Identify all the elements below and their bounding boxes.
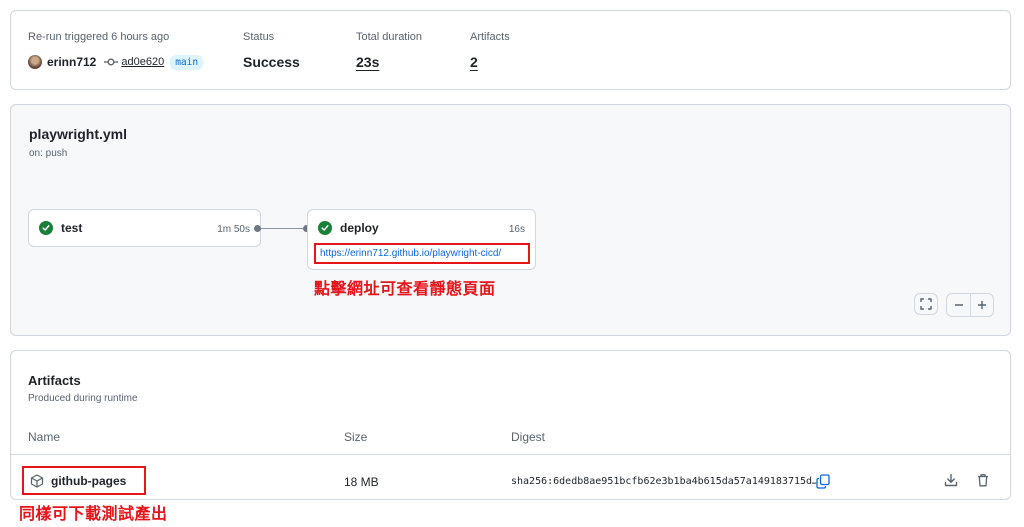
trigger-info: Re-run triggered 6 hours ago erinn712 ad… <box>28 31 204 71</box>
deploy-url-link[interactable]: https://erinn712.github.io/playwright-ci… <box>314 243 530 264</box>
minus-icon <box>954 304 963 306</box>
check-circle-icon <box>39 221 53 235</box>
workflow-trigger: on: push <box>29 148 68 159</box>
workflow-graph-card: playwright.yml on: push test 1m 50s depl… <box>10 104 1011 336</box>
column-header-name: Name <box>28 430 61 444</box>
avatar[interactable] <box>28 55 42 69</box>
duration-block: Total duration 23s <box>356 31 422 71</box>
connector-dot-start <box>254 225 261 232</box>
job-connector <box>261 228 307 229</box>
artifacts-card: Artifacts Produced during runtime Name S… <box>10 350 1011 500</box>
download-icon <box>944 473 958 487</box>
table-divider <box>11 454 1010 455</box>
workflow-file-name[interactable]: playwright.yml <box>29 126 127 142</box>
status-value: Success <box>243 54 300 70</box>
column-header-size: Size <box>344 430 368 444</box>
trigger-label: Re-run triggered 6 hours ago <box>28 31 170 43</box>
job-duration: 1m 50s <box>217 224 250 235</box>
zoom-controls <box>946 293 994 317</box>
artifact-name-link[interactable]: github-pages <box>22 466 146 495</box>
delete-button[interactable] <box>975 472 991 488</box>
fullscreen-icon <box>920 298 932 310</box>
artifacts-subtitle: Produced during runtime <box>28 393 138 404</box>
job-deploy[interactable]: deploy 16s https://erinn712.github.io/pl… <box>307 209 536 270</box>
plus-icon <box>978 301 986 309</box>
duration-label: Total duration <box>356 31 423 43</box>
artifacts-count-link[interactable]: 2 <box>470 53 510 71</box>
status-block: Status Success <box>243 31 300 71</box>
copy-digest-button[interactable] <box>815 473 831 489</box>
run-summary-card: Re-run triggered 6 hours ago erinn712 ad… <box>10 10 1011 90</box>
trash-icon <box>978 474 988 487</box>
copy-icon <box>816 473 830 489</box>
zoom-out-button[interactable] <box>947 294 970 316</box>
package-icon <box>30 473 44 488</box>
artifact-name: github-pages <box>51 473 127 488</box>
git-commit-icon <box>104 57 119 67</box>
annotation-download-artifacts: 同樣可下載測試產出 <box>19 504 168 523</box>
artifacts-title: Artifacts <box>28 373 81 388</box>
download-button[interactable] <box>943 472 959 488</box>
check-circle-icon <box>318 221 332 235</box>
artifacts-count-block: Artifacts 2 <box>470 31 510 71</box>
duration-link[interactable]: 23s <box>356 53 422 71</box>
artifact-size: 18 MB <box>344 475 379 489</box>
column-header-digest: Digest <box>511 430 546 444</box>
commit-sha-link[interactable]: ad0e620 <box>121 56 164 68</box>
status-label: Status <box>243 31 275 43</box>
job-test[interactable]: test 1m 50s <box>28 209 261 247</box>
job-name: test <box>61 221 83 235</box>
fullscreen-button[interactable] <box>914 293 938 315</box>
branch-badge[interactable]: main <box>170 54 204 70</box>
annotation-view-static-page: 點擊網址可查看靜態頁面 <box>314 279 496 298</box>
username-link[interactable]: erinn712 <box>47 55 96 69</box>
zoom-in-button[interactable] <box>970 294 993 316</box>
artifact-digest: sha256:6dedb8ae951bcfb62e3b1ba4b615da57a… <box>511 476 819 487</box>
artifacts-count-label: Artifacts <box>470 31 510 43</box>
job-duration: 16s <box>508 224 525 235</box>
job-name: deploy <box>340 221 379 235</box>
